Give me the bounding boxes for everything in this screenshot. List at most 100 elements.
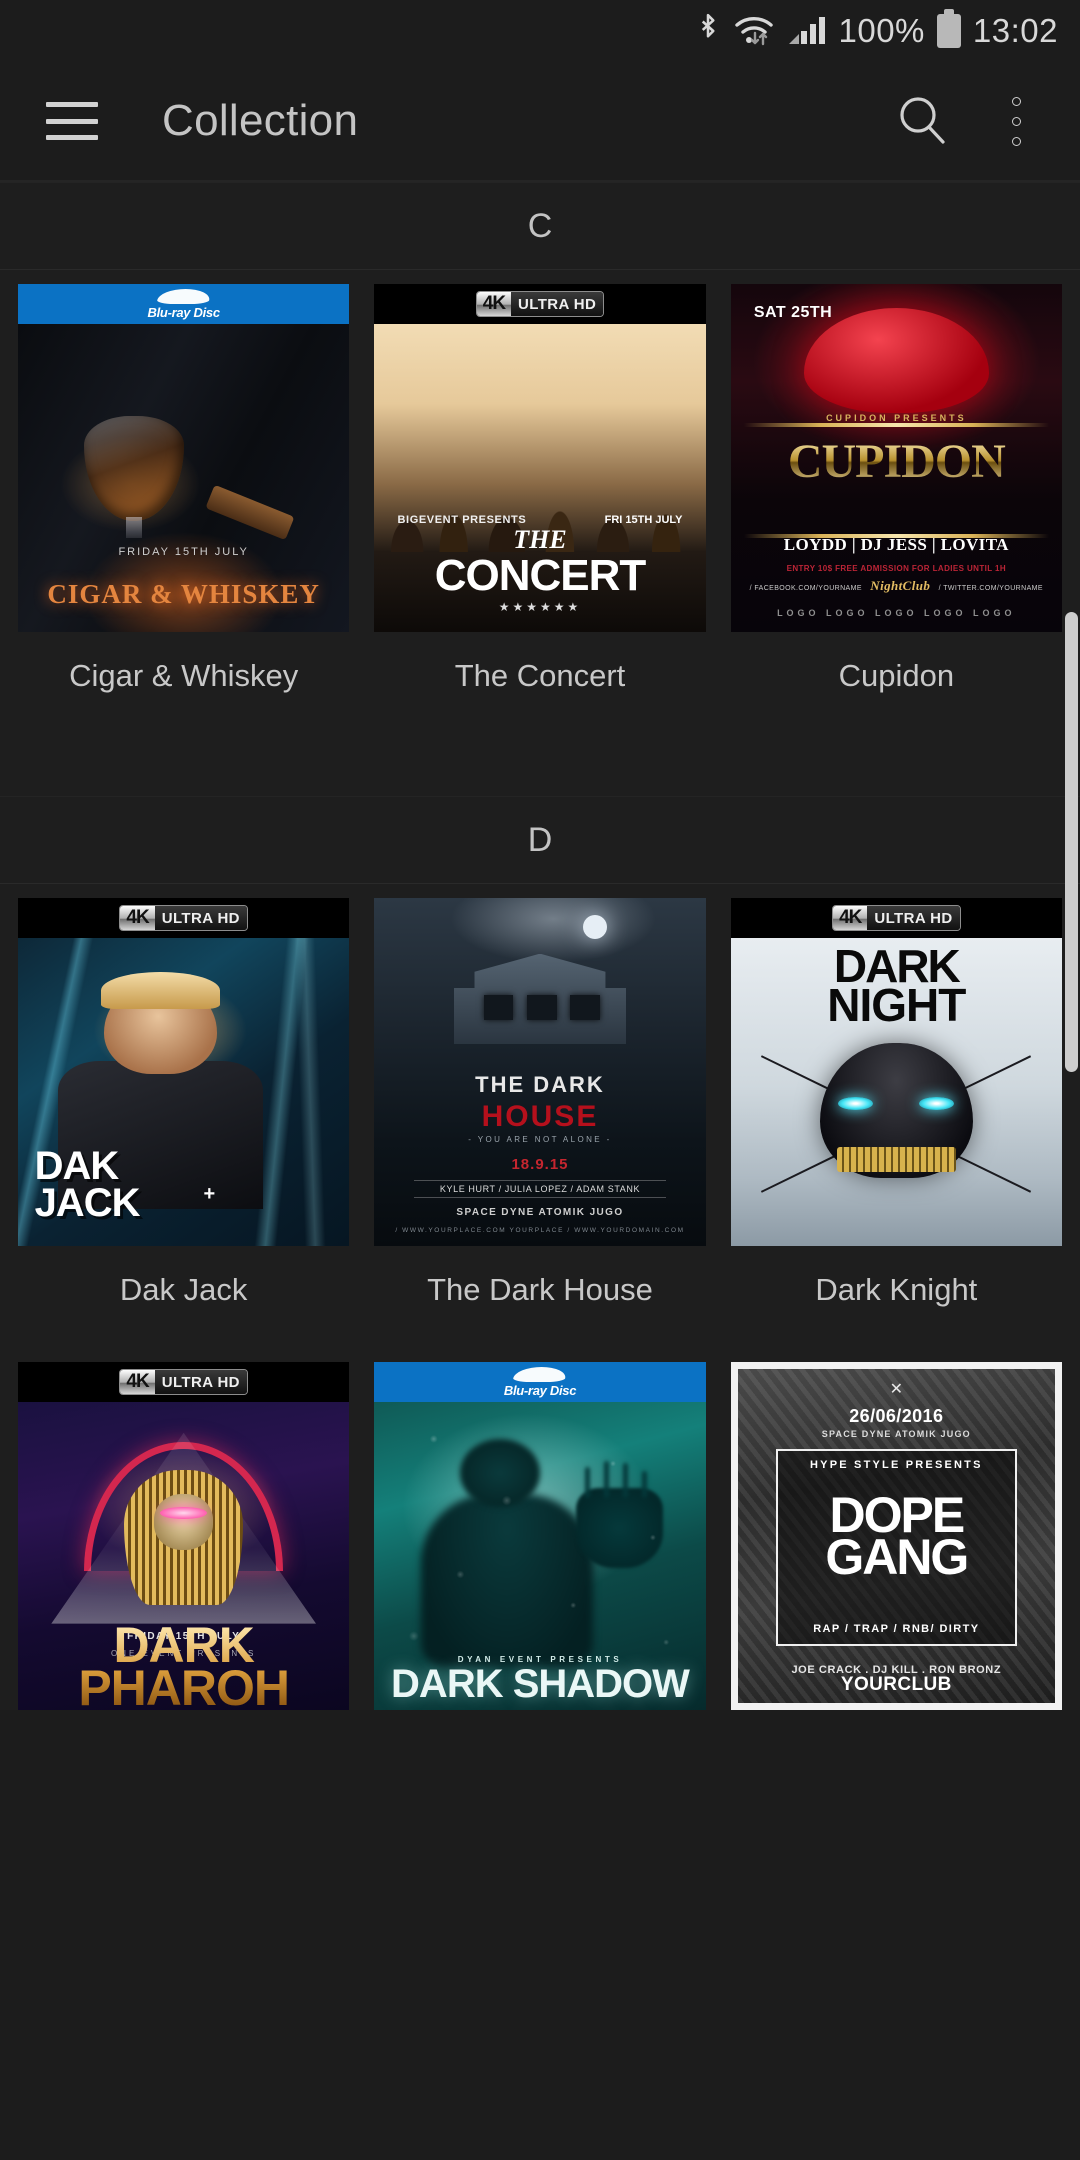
poster-headline-line2: PHAROH bbox=[78, 1660, 289, 1710]
poster-the-concert[interactable]: BIGEVENT PRESENTS FRI 15TH JULY THE CONC… bbox=[374, 284, 706, 632]
item-title: The Concert bbox=[454, 658, 626, 693]
collection-item[interactable]: BIGEVENT PRESENTS FRI 15TH JULY THE CONC… bbox=[374, 284, 706, 704]
collection-item[interactable]: DAK JACK + 4K ULTRA HD Dak Jack bbox=[18, 898, 350, 1318]
format-label: Blu-ray Disc bbox=[503, 1383, 577, 1398]
poster-frame: HYPE STYLE PRESENTS DOPE GANG RAP / TRAP… bbox=[775, 1449, 1017, 1647]
uhd-4k-icon: 4K ULTRA HD bbox=[119, 905, 248, 931]
collection-item[interactable]: THE DARK HOUSE - YOU ARE NOT ALONE - 18.… bbox=[374, 898, 706, 1318]
poster-headline: DAK JACK bbox=[34, 1146, 141, 1225]
poster-artwork: SAT 25TH CUPIDON PRESENTS CUPIDON LOYDD … bbox=[730, 284, 1062, 632]
wifi-icon bbox=[733, 14, 775, 48]
uhd-4k-icon: 4K ULTRA HD bbox=[832, 905, 961, 931]
poster-headline: DARK PHAROH bbox=[18, 1624, 349, 1710]
hamburger-menu-icon[interactable] bbox=[46, 102, 98, 140]
grid-row: FRIDAY 15TH JULY CIGAR & WHISKEY Blu-ray… bbox=[0, 270, 1080, 704]
item-title: Cupidon bbox=[838, 658, 955, 693]
search-icon[interactable] bbox=[892, 90, 954, 152]
poster-hype: HYPE STYLE PRESENTS bbox=[810, 1458, 983, 1471]
grid-row: DAK JACK + 4K ULTRA HD Dak Jack THE DARK… bbox=[0, 884, 1080, 1318]
poster-social: / FACEBOOK.COM/YOURNAME NightClub / TWIT… bbox=[731, 578, 1062, 594]
poster-headline-line2: NIGHT bbox=[827, 978, 966, 1031]
format-badge-bluray: Blu-ray Disc bbox=[374, 1362, 706, 1402]
poster-headline-line1: THE DARK bbox=[475, 1072, 605, 1097]
teeth-shape bbox=[836, 1147, 956, 1173]
battery-percentage: 100% bbox=[838, 12, 925, 49]
uhd-4k-icon: 4K ULTRA HD bbox=[119, 1369, 248, 1395]
format-badge-uhd: 4K ULTRA HD bbox=[730, 898, 1062, 938]
item-title: The Dark House bbox=[427, 1272, 653, 1307]
poster-cupidon[interactable]: SAT 25TH CUPIDON PRESENTS CUPIDON LOYDD … bbox=[730, 284, 1062, 632]
overflow-menu-icon[interactable] bbox=[992, 90, 1040, 152]
format-badge-uhd: 4K ULTRA HD bbox=[18, 898, 350, 938]
collection-item[interactable]: SAT 25TH CUPIDON PRESENTS CUPIDON LOYDD … bbox=[730, 284, 1062, 704]
poster-dope-gang[interactable]: ✕ 26/06/2016 SPACE DYNE ATOMIK JUGO HYPE… bbox=[730, 1362, 1062, 1710]
poster-headline: DOPE GANG bbox=[778, 1490, 1015, 1582]
uhd-4k-icon: 4K ULTRA HD bbox=[475, 291, 605, 317]
item-title: Dak Jack bbox=[119, 1272, 248, 1307]
skull-face-shape bbox=[153, 1494, 214, 1550]
poster-plus: + bbox=[203, 1182, 216, 1205]
poster-headline: CONCERT bbox=[434, 551, 647, 601]
poster-club: NightClub bbox=[870, 577, 931, 593]
poster-artwork: BIGEVENT PRESENTS FRI 15TH JULY THE CONC… bbox=[374, 324, 706, 632]
cigar-shape bbox=[205, 484, 295, 540]
section-letter: D bbox=[527, 820, 553, 859]
poster-artwork: DARK NIGHT bbox=[730, 938, 1062, 1246]
section-header-d: D bbox=[0, 796, 1080, 884]
poster-logos: LOGO LOGO LOGO LOGO LOGO bbox=[777, 608, 1016, 619]
poster-stars: ★★★★★★ bbox=[498, 599, 582, 614]
clock: 13:02 bbox=[972, 12, 1058, 49]
poster-dark-pharoh[interactable]: FRIDAY 15TH JULY ONE EVENT PRESENTS DARK… bbox=[18, 1362, 350, 1710]
status-bar: 100% 13:02 bbox=[0, 0, 1080, 62]
poster-artwork: DAK JACK + bbox=[18, 938, 350, 1246]
poster-the-dark-house[interactable]: THE DARK HOUSE - YOU ARE NOT ALONE - 18.… bbox=[374, 898, 706, 1246]
poster-headline-line2: GANG bbox=[825, 1528, 969, 1585]
collection-item[interactable]: FRIDAY 15TH JULY CIGAR & WHISKEY Blu-ray… bbox=[18, 284, 350, 704]
bluray-disc-icon: Blu-ray Disc bbox=[504, 1367, 576, 1397]
poster-headline-line2: HOUSE bbox=[481, 1099, 599, 1133]
poster-cigar-whiskey[interactable]: FRIDAY 15TH JULY CIGAR & WHISKEY Blu-ray… bbox=[18, 284, 350, 632]
poster-headline-line2: JACK bbox=[34, 1180, 141, 1225]
poster-headline: CIGAR & WHISKEY bbox=[47, 579, 320, 610]
battery-icon bbox=[936, 9, 961, 48]
poster-dak-jack[interactable]: DAK JACK + 4K ULTRA HD bbox=[18, 898, 350, 1246]
poster-date: 18.9.15 bbox=[511, 1155, 569, 1173]
collection-item[interactable]: FRIDAY 15TH JULY ONE EVENT PRESENTS DARK… bbox=[18, 1362, 350, 1710]
poster-dark-shadow[interactable]: DYAN EVENT PRESENTS DARK SHADOW Blu-ray … bbox=[374, 1362, 706, 1710]
grid-row: FRIDAY 15TH JULY ONE EVENT PRESENTS DARK… bbox=[0, 1318, 1080, 1710]
cellular-signal-icon bbox=[787, 14, 827, 48]
collection-item[interactable]: DARK NIGHT 4K ULTRA HD Dark Knight bbox=[730, 898, 1062, 1318]
format-badge-uhd: 4K ULTRA HD bbox=[18, 1362, 350, 1402]
collection-item[interactable]: ✕ 26/06/2016 SPACE DYNE ATOMIK JUGO HYPE… bbox=[730, 1362, 1062, 1710]
poster-brands: SPACE DYNE ATOMIK JUGO bbox=[456, 1207, 624, 1219]
poster-entry: ENTRY 10$ FREE ADMISSION FOR LADIES UNTI… bbox=[786, 563, 1007, 573]
poster-tagline: - YOU ARE NOT ALONE - bbox=[468, 1134, 612, 1144]
poster-social-right: / TWITTER.COM/YOURNAME bbox=[938, 584, 1043, 592]
collection-grid: C FRIDAY 15TH JULY CIGAR & WHISKEY Blu-r… bbox=[0, 182, 1080, 1710]
format-badge-bluray: Blu-ray Disc bbox=[18, 284, 350, 324]
heart-shape bbox=[803, 308, 990, 413]
poster-site: / WWW.YOURPLACE.COM YOURPLACE / WWW.YOUR… bbox=[395, 1226, 685, 1234]
item-title: Dark Knight bbox=[815, 1272, 978, 1307]
section-header-c: C bbox=[0, 182, 1080, 270]
section-letter: C bbox=[527, 206, 553, 245]
format-label: Blu-ray Disc bbox=[147, 305, 221, 320]
poster-headline: CUPIDON bbox=[731, 434, 1062, 489]
poster-date: 26/06/2016 bbox=[849, 1405, 944, 1426]
poster-day: SAT 25TH bbox=[753, 303, 833, 321]
poster-club: YOURCLUB bbox=[840, 1674, 952, 1696]
poster-artwork: FRIDAY 15TH JULY ONE EVENT PRESENTS DARK… bbox=[18, 1402, 350, 1710]
vertical-scrollbar[interactable] bbox=[1065, 612, 1078, 1072]
poster-djs: LOYDD | DJ JESS | LOVITA bbox=[783, 535, 1009, 555]
poster-artwork: THE DARK HOUSE - YOU ARE NOT ALONE - 18.… bbox=[374, 898, 706, 1246]
format-badge-uhd: 4K ULTRA HD bbox=[374, 284, 706, 324]
poster-dark-knight[interactable]: DARK NIGHT 4K ULTRA HD bbox=[730, 898, 1062, 1246]
glowing-eyes-shape bbox=[160, 1506, 207, 1520]
poster-social-left: / FACEBOOK.COM/YOURNAME bbox=[749, 584, 862, 592]
poster-cast: KYLE HURT / JULIA LOPEZ / ADAM STANK bbox=[414, 1179, 666, 1198]
collection-item[interactable]: DYAN EVENT PRESENTS DARK SHADOW Blu-ray … bbox=[374, 1362, 706, 1710]
poster-artwork: DYAN EVENT PRESENTS DARK SHADOW bbox=[374, 1402, 706, 1710]
app-bar: Collection bbox=[0, 62, 1080, 180]
bluray-disc-icon: Blu-ray Disc bbox=[148, 289, 220, 319]
poster-artwork: ✕ 26/06/2016 SPACE DYNE ATOMIK JUGO HYPE… bbox=[730, 1362, 1062, 1710]
